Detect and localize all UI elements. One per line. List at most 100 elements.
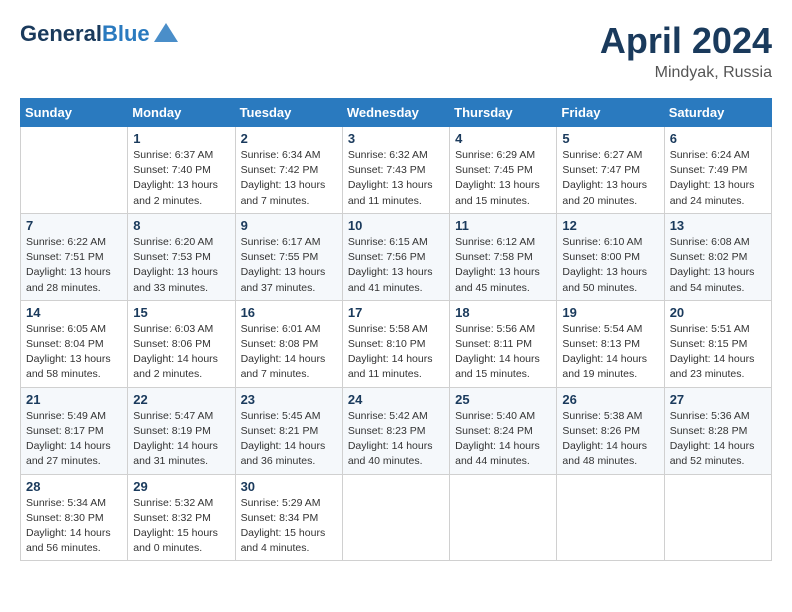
logo-blue-text: Blue [102, 21, 150, 46]
day-info: Sunrise: 5:47 AMSunset: 8:19 PMDaylight:… [133, 409, 229, 470]
header-row: SundayMondayTuesdayWednesdayThursdayFrid… [21, 99, 772, 127]
header-day-wednesday: Wednesday [342, 99, 449, 127]
day-number: 20 [670, 305, 766, 320]
day-number: 2 [241, 131, 337, 146]
calendar-cell: 19 Sunrise: 5:54 AMSunset: 8:13 PMDayligh… [557, 300, 664, 387]
calendar-cell: 17 Sunrise: 5:58 AMSunset: 8:10 PMDayligh… [342, 300, 449, 387]
calendar-cell: 24 Sunrise: 5:42 AMSunset: 8:23 PMDayligh… [342, 387, 449, 474]
day-info: Sunrise: 5:49 AMSunset: 8:17 PMDaylight:… [26, 409, 122, 470]
day-number: 29 [133, 479, 229, 494]
calendar-cell: 16 Sunrise: 6:01 AMSunset: 8:08 PMDayligh… [235, 300, 342, 387]
page-header: GeneralBlue April 2024 Mindyak, Russia [20, 20, 772, 82]
calendar-cell: 10Sunrise: 6:15 AMSunset: 7:56 PMDayligh… [342, 213, 449, 300]
calendar-cell: 9Sunrise: 6:17 AMSunset: 7:55 PMDaylight… [235, 213, 342, 300]
calendar-body: 1Sunrise: 6:37 AMSunset: 7:40 PMDaylight… [21, 127, 772, 561]
day-info: Sunrise: 5:38 AMSunset: 8:26 PMDaylight:… [562, 409, 658, 470]
day-info: Sunrise: 6:08 AMSunset: 8:02 PMDaylight:… [670, 235, 766, 296]
day-info: Sunrise: 6:24 AMSunset: 7:49 PMDaylight:… [670, 148, 766, 209]
location: Mindyak, Russia [600, 64, 772, 82]
calendar-cell: 30 Sunrise: 5:29 AMSunset: 8:34 PMDayligh… [235, 474, 342, 561]
day-number: 28 [26, 479, 122, 494]
day-number: 4 [455, 131, 551, 146]
day-number: 8 [133, 218, 229, 233]
week-row-5: 28 Sunrise: 5:34 AMSunset: 8:30 PMDayligh… [21, 474, 772, 561]
calendar-cell: 6 Sunrise: 6:24 AMSunset: 7:49 PMDaylight… [664, 127, 771, 214]
calendar-cell: 28 Sunrise: 5:34 AMSunset: 8:30 PMDayligh… [21, 474, 128, 561]
title-block: April 2024 Mindyak, Russia [600, 20, 772, 82]
day-number: 24 [348, 392, 444, 407]
day-info: Sunrise: 5:29 AMSunset: 8:34 PMDaylight:… [241, 496, 337, 557]
calendar-cell: 8 Sunrise: 6:20 AMSunset: 7:53 PMDaylight… [128, 213, 235, 300]
day-info: Sunrise: 6:05 AMSunset: 8:04 PMDaylight:… [26, 322, 122, 383]
header-day-tuesday: Tuesday [235, 99, 342, 127]
day-info: Sunrise: 6:20 AMSunset: 7:53 PMDaylight:… [133, 235, 229, 296]
day-number: 21 [26, 392, 122, 407]
day-number: 6 [670, 131, 766, 146]
calendar-cell: 11 Sunrise: 6:12 AMSunset: 7:58 PMDayligh… [450, 213, 557, 300]
calendar-cell: 27 Sunrise: 5:36 AMSunset: 8:28 PMDayligh… [664, 387, 771, 474]
day-number: 9 [241, 218, 337, 233]
calendar-cell: 29 Sunrise: 5:32 AMSunset: 8:32 PMDayligh… [128, 474, 235, 561]
day-info: Sunrise: 6:29 AMSunset: 7:45 PMDaylight:… [455, 148, 551, 209]
day-number: 15 [133, 305, 229, 320]
day-info: Sunrise: 6:22 AMSunset: 7:51 PMDaylight:… [26, 235, 122, 296]
day-info: Sunrise: 5:34 AMSunset: 8:30 PMDaylight:… [26, 496, 122, 557]
day-number: 14 [26, 305, 122, 320]
calendar-cell: 15 Sunrise: 6:03 AMSunset: 8:06 PMDayligh… [128, 300, 235, 387]
header-day-thursday: Thursday [450, 99, 557, 127]
day-number: 3 [348, 131, 444, 146]
calendar-cell: 2Sunrise: 6:34 AMSunset: 7:42 PMDaylight… [235, 127, 342, 214]
calendar-cell: 25 Sunrise: 5:40 AMSunset: 8:24 PMDayligh… [450, 387, 557, 474]
day-info: Sunrise: 6:10 AMSunset: 8:00 PMDaylight:… [562, 235, 658, 296]
calendar-cell: 1Sunrise: 6:37 AMSunset: 7:40 PMDaylight… [128, 127, 235, 214]
day-info: Sunrise: 6:01 AMSunset: 8:08 PMDaylight:… [241, 322, 337, 383]
calendar-table: SundayMondayTuesdayWednesdayThursdayFrid… [20, 98, 772, 561]
month-title: April 2024 [600, 20, 772, 62]
header-day-friday: Friday [557, 99, 664, 127]
day-info: Sunrise: 5:42 AMSunset: 8:23 PMDaylight:… [348, 409, 444, 470]
day-info: Sunrise: 6:12 AMSunset: 7:58 PMDaylight:… [455, 235, 551, 296]
day-number: 26 [562, 392, 658, 407]
calendar-cell: 22 Sunrise: 5:47 AMSunset: 8:19 PMDayligh… [128, 387, 235, 474]
calendar-cell: 21 Sunrise: 5:49 AMSunset: 8:17 PMDayligh… [21, 387, 128, 474]
calendar-cell: 5 Sunrise: 6:27 AMSunset: 7:47 PMDaylight… [557, 127, 664, 214]
day-info: Sunrise: 5:40 AMSunset: 8:24 PMDaylight:… [455, 409, 551, 470]
day-number: 19 [562, 305, 658, 320]
day-number: 17 [348, 305, 444, 320]
day-info: Sunrise: 6:27 AMSunset: 7:47 PMDaylight:… [562, 148, 658, 209]
day-info: Sunrise: 5:32 AMSunset: 8:32 PMDaylight:… [133, 496, 229, 557]
calendar-header: SundayMondayTuesdayWednesdayThursdayFrid… [21, 99, 772, 127]
day-info: Sunrise: 5:58 AMSunset: 8:10 PMDaylight:… [348, 322, 444, 383]
day-info: Sunrise: 6:03 AMSunset: 8:06 PMDaylight:… [133, 322, 229, 383]
day-number: 11 [455, 218, 551, 233]
logo-text: GeneralBlue [20, 22, 150, 46]
calendar-cell [664, 474, 771, 561]
calendar-cell: 26 Sunrise: 5:38 AMSunset: 8:26 PMDayligh… [557, 387, 664, 474]
day-info: Sunrise: 5:56 AMSunset: 8:11 PMDaylight:… [455, 322, 551, 383]
day-number: 27 [670, 392, 766, 407]
header-day-sunday: Sunday [21, 99, 128, 127]
day-info: Sunrise: 5:51 AMSunset: 8:15 PMDaylight:… [670, 322, 766, 383]
day-number: 25 [455, 392, 551, 407]
calendar-cell [21, 127, 128, 214]
day-number: 5 [562, 131, 658, 146]
day-info: Sunrise: 5:36 AMSunset: 8:28 PMDaylight:… [670, 409, 766, 470]
calendar-cell: 13 Sunrise: 6:08 AMSunset: 8:02 PMDayligh… [664, 213, 771, 300]
day-number: 22 [133, 392, 229, 407]
day-number: 10 [348, 218, 444, 233]
day-number: 16 [241, 305, 337, 320]
calendar-cell: 14 Sunrise: 6:05 AMSunset: 8:04 PMDayligh… [21, 300, 128, 387]
day-info: Sunrise: 5:54 AMSunset: 8:13 PMDaylight:… [562, 322, 658, 383]
calendar-cell: 3 Sunrise: 6:32 AMSunset: 7:43 PMDaylight… [342, 127, 449, 214]
calendar-cell [342, 474, 449, 561]
day-info: Sunrise: 6:37 AMSunset: 7:40 PMDaylight:… [133, 148, 229, 209]
day-number: 23 [241, 392, 337, 407]
week-row-2: 7Sunrise: 6:22 AMSunset: 7:51 PMDaylight… [21, 213, 772, 300]
day-number: 13 [670, 218, 766, 233]
calendar-cell: 20 Sunrise: 5:51 AMSunset: 8:15 PMDayligh… [664, 300, 771, 387]
day-number: 30 [241, 479, 337, 494]
day-info: Sunrise: 6:32 AMSunset: 7:43 PMDaylight:… [348, 148, 444, 209]
header-day-saturday: Saturday [664, 99, 771, 127]
calendar-cell: 7Sunrise: 6:22 AMSunset: 7:51 PMDaylight… [21, 213, 128, 300]
calendar-cell: 4 Sunrise: 6:29 AMSunset: 7:45 PMDaylight… [450, 127, 557, 214]
